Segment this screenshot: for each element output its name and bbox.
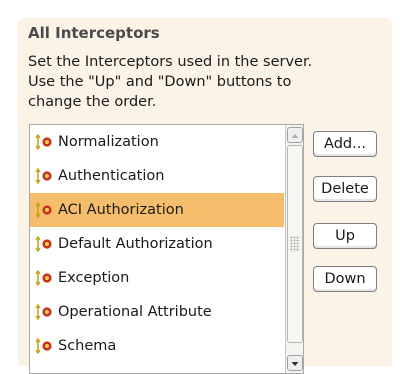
down-button[interactable]: Down: [313, 266, 377, 292]
up-button[interactable]: Up: [313, 223, 377, 249]
description-line: Set the Interceptors used in the server.: [28, 54, 313, 70]
interceptor-label: Schema: [58, 338, 117, 354]
scroll-down-button[interactable]: [287, 355, 303, 371]
scroll-up-button[interactable]: [287, 127, 303, 143]
interceptors-section: All Interceptors Set the Interceptors us…: [18, 18, 392, 374]
scrollbar-thumb[interactable]: [287, 145, 303, 343]
interceptor-label: Default Authorization: [58, 236, 213, 252]
interceptor-icon: [35, 270, 52, 286]
interceptor-icon: [35, 338, 52, 354]
chevron-down-icon: [291, 362, 299, 366]
description-line: Use the "Up" and "Down" buttons to: [28, 74, 292, 90]
interceptor-item-aci-authorization[interactable]: ACI Authorization: [30, 193, 284, 227]
interceptor-icon: [35, 236, 52, 252]
interceptor-label: Operational Attribute: [58, 304, 212, 320]
scrollbar-grip-icon: [290, 236, 300, 252]
interceptor-label: Authentication: [58, 168, 165, 184]
interceptor-item-schema[interactable]: Schema: [30, 329, 284, 363]
chevron-up-icon: [291, 134, 299, 138]
interceptor-label: Normalization: [58, 134, 159, 150]
interceptors-list-items: Normalization Authentication ACI Authori…: [30, 125, 284, 363]
interceptor-item-normalization[interactable]: Normalization: [30, 125, 284, 159]
interceptor-item-operational-attribute[interactable]: Operational Attribute: [30, 295, 284, 329]
list-scrollbar[interactable]: [285, 125, 303, 373]
delete-button[interactable]: Delete: [313, 176, 377, 202]
interceptor-item-authentication[interactable]: Authentication: [30, 159, 284, 193]
description-line: change the order.: [28, 94, 157, 110]
interceptor-label: Exception: [58, 270, 130, 286]
interceptor-item-exception[interactable]: Exception: [30, 261, 284, 295]
interceptor-icon: [35, 168, 52, 184]
interceptor-icon: [35, 134, 52, 150]
section-description: Set the Interceptors used in the server.…: [28, 52, 388, 112]
interceptors-list[interactable]: Normalization Authentication ACI Authori…: [29, 124, 304, 374]
interceptor-icon: [35, 202, 52, 218]
interceptor-item-default-authorization[interactable]: Default Authorization: [30, 227, 284, 261]
add-button[interactable]: Add...: [313, 131, 377, 157]
section-title: All Interceptors: [28, 24, 160, 42]
interceptor-icon: [35, 304, 52, 320]
interceptor-label: ACI Authorization: [58, 202, 184, 218]
